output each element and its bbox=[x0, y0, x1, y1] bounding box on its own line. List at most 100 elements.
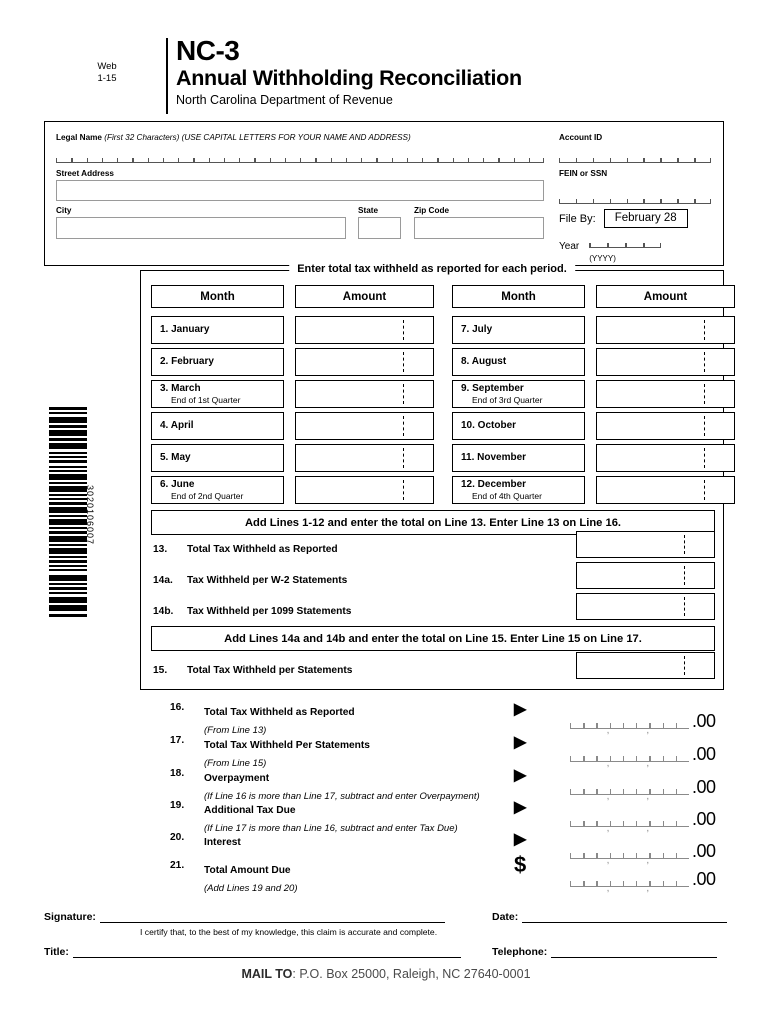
column-header-amount-right: Amount bbox=[596, 285, 735, 308]
month-label-cell: 2. February bbox=[151, 348, 284, 376]
title-label: Title: bbox=[44, 946, 69, 958]
table-row: 4. April 10. October bbox=[151, 412, 735, 440]
line-14a-amount-input[interactable] bbox=[576, 562, 715, 589]
cents-suffix: .00 bbox=[692, 711, 716, 731]
arrow-right-icon: ▶ bbox=[514, 799, 527, 816]
account-id-label: Account ID bbox=[559, 133, 603, 142]
taxpayer-info-box: Legal Name (First 32 Characters) (USE CA… bbox=[44, 121, 724, 266]
summary-amount-input[interactable] bbox=[570, 816, 689, 833]
arrow-right-icon: ▶ bbox=[514, 767, 527, 784]
arrow-right-icon: ▶ bbox=[514, 701, 527, 718]
agency-name: North Carolina Department of Revenue bbox=[176, 93, 393, 107]
city-label: City bbox=[56, 206, 72, 215]
month-label-cell: 3. March End of 1st Quarter bbox=[151, 380, 284, 408]
summary-amount-input[interactable] bbox=[570, 848, 689, 865]
summary-line-21: 21. Total Amount Due (Add Lines 19 and 2… bbox=[170, 854, 725, 895]
month-label-cell: 7. July bbox=[452, 316, 585, 344]
line-15-amount-input[interactable] bbox=[576, 652, 715, 679]
signature-input[interactable] bbox=[99, 910, 445, 923]
amount-input[interactable] bbox=[295, 412, 434, 440]
year-label: Year bbox=[559, 241, 580, 252]
form-header: Web 1-15 NC-3 Annual Withholding Reconci… bbox=[44, 35, 728, 118]
summary-amount-input[interactable] bbox=[570, 784, 689, 801]
summary-amount-input[interactable] bbox=[570, 876, 689, 893]
month-label-cell: 6. June End of 2nd Quarter bbox=[151, 476, 284, 504]
title-input[interactable] bbox=[72, 945, 461, 958]
revision-label: 1-15 bbox=[97, 73, 117, 84]
amount-input[interactable] bbox=[295, 476, 434, 504]
web-revision-marker: Web 1-15 bbox=[72, 61, 142, 85]
month-label-cell: 5. May bbox=[151, 444, 284, 472]
line-14b-amount-input[interactable] bbox=[576, 593, 715, 620]
year-input[interactable] bbox=[589, 239, 662, 248]
table-row: 3. March End of 1st Quarter 9. September… bbox=[151, 380, 735, 408]
amount-input[interactable] bbox=[596, 316, 735, 344]
summary-amount-field[interactable]: .00 bbox=[570, 711, 725, 735]
amount-input[interactable] bbox=[596, 380, 735, 408]
monthly-withholding-section: Enter total tax withheld as reported for… bbox=[140, 263, 735, 690]
amount-input[interactable] bbox=[596, 444, 735, 472]
summary-amount-field[interactable]: .00 bbox=[570, 777, 725, 801]
account-id-input[interactable] bbox=[559, 154, 711, 163]
summary-line-title: Overpayment bbox=[204, 773, 270, 784]
month-label-cell: 8. August bbox=[452, 348, 585, 376]
title-field-group[interactable]: Title: bbox=[44, 945, 461, 958]
mail-to-line: MAIL TO: P.O. Box 25000, Raleigh, NC 276… bbox=[44, 967, 728, 981]
file-by-row: File By: February 28 bbox=[559, 209, 719, 228]
legal-name-input[interactable] bbox=[56, 154, 544, 163]
city-input[interactable] bbox=[56, 217, 346, 239]
state-input[interactable] bbox=[358, 217, 401, 239]
amount-input[interactable] bbox=[596, 476, 735, 504]
summary-line-note: (Add Lines 19 and 20) bbox=[204, 883, 298, 894]
street-address-label: Street Address bbox=[56, 169, 114, 178]
year-format-hint: (YYYY) bbox=[589, 254, 616, 263]
nc3-form-page: Web 1-15 NC-3 Annual Withholding Reconci… bbox=[0, 0, 770, 1024]
legal-name-hint: (First 32 Characters) (USE CAPITAL LETTE… bbox=[104, 133, 411, 142]
arrow-right-icon: ▶ bbox=[514, 831, 527, 848]
fein-or-ssn-label: FEIN or SSN bbox=[559, 169, 608, 178]
month-label-cell: 9. September End of 3rd Quarter bbox=[452, 380, 585, 408]
summary-line-title: Total Tax Withheld Per Statements bbox=[204, 740, 370, 751]
zip-code-input[interactable] bbox=[414, 217, 544, 239]
summary-line-18: 18. Overpayment (If Line 16 is more than… bbox=[170, 767, 725, 803]
table-row: 1. January 7. July bbox=[151, 316, 735, 344]
summary-amount-field[interactable]: .00 bbox=[570, 841, 725, 865]
table-row: 5. May 11. November bbox=[151, 444, 735, 472]
month-label-cell: 11. November bbox=[452, 444, 585, 472]
form-number: NC-3 bbox=[176, 35, 240, 66]
telephone-input[interactable] bbox=[551, 945, 718, 958]
amount-input[interactable] bbox=[295, 380, 434, 408]
street-address-input[interactable] bbox=[56, 180, 544, 201]
date-input[interactable] bbox=[522, 910, 728, 923]
line-15-label: 15. Total Tax Withheld per Statements bbox=[153, 665, 353, 676]
summary-amount-input[interactable] bbox=[570, 718, 689, 735]
summary-amount-field[interactable]: .00 bbox=[570, 744, 725, 768]
line-13-amount-input[interactable] bbox=[576, 531, 715, 558]
mail-to-address: : P.O. Box 25000, Raleigh, NC 27640-0001 bbox=[292, 967, 531, 981]
date-label: Date: bbox=[492, 911, 519, 923]
summary-amount-field[interactable]: .00 bbox=[570, 810, 725, 833]
summary-amount-field[interactable]: .00 bbox=[570, 870, 725, 893]
arrow-right-icon: ▶ bbox=[514, 734, 527, 751]
amount-input[interactable] bbox=[596, 348, 735, 376]
cents-suffix: .00 bbox=[692, 841, 716, 861]
date-field-group[interactable]: Date: bbox=[492, 910, 728, 923]
page-title: Annual Withholding Reconciliation bbox=[176, 66, 522, 90]
summary-amount-input[interactable] bbox=[570, 751, 689, 768]
cents-suffix: .00 bbox=[692, 777, 716, 797]
summary-line-title: Additional Tax Due bbox=[204, 805, 296, 816]
fein-or-ssn-input[interactable] bbox=[559, 195, 711, 204]
signature-field-group[interactable]: Signature: bbox=[44, 910, 445, 923]
amount-input[interactable] bbox=[295, 348, 434, 376]
barcode: 3020106007 bbox=[49, 407, 95, 619]
amount-input[interactable] bbox=[295, 316, 434, 344]
zip-code-label: Zip Code bbox=[414, 206, 450, 215]
amount-input[interactable] bbox=[295, 444, 434, 472]
month-label-cell: 12. December End of 4th Quarter bbox=[452, 476, 585, 504]
amount-input[interactable] bbox=[596, 412, 735, 440]
certification-text: I certify that, to the best of my knowle… bbox=[140, 927, 438, 937]
file-by-value: February 28 bbox=[603, 209, 688, 228]
summary-line-19: 19. Additional Tax Due (If Line 17 is mo… bbox=[170, 799, 725, 835]
telephone-field-group[interactable]: Telephone: bbox=[492, 945, 718, 958]
cents-suffix: .00 bbox=[692, 744, 716, 764]
